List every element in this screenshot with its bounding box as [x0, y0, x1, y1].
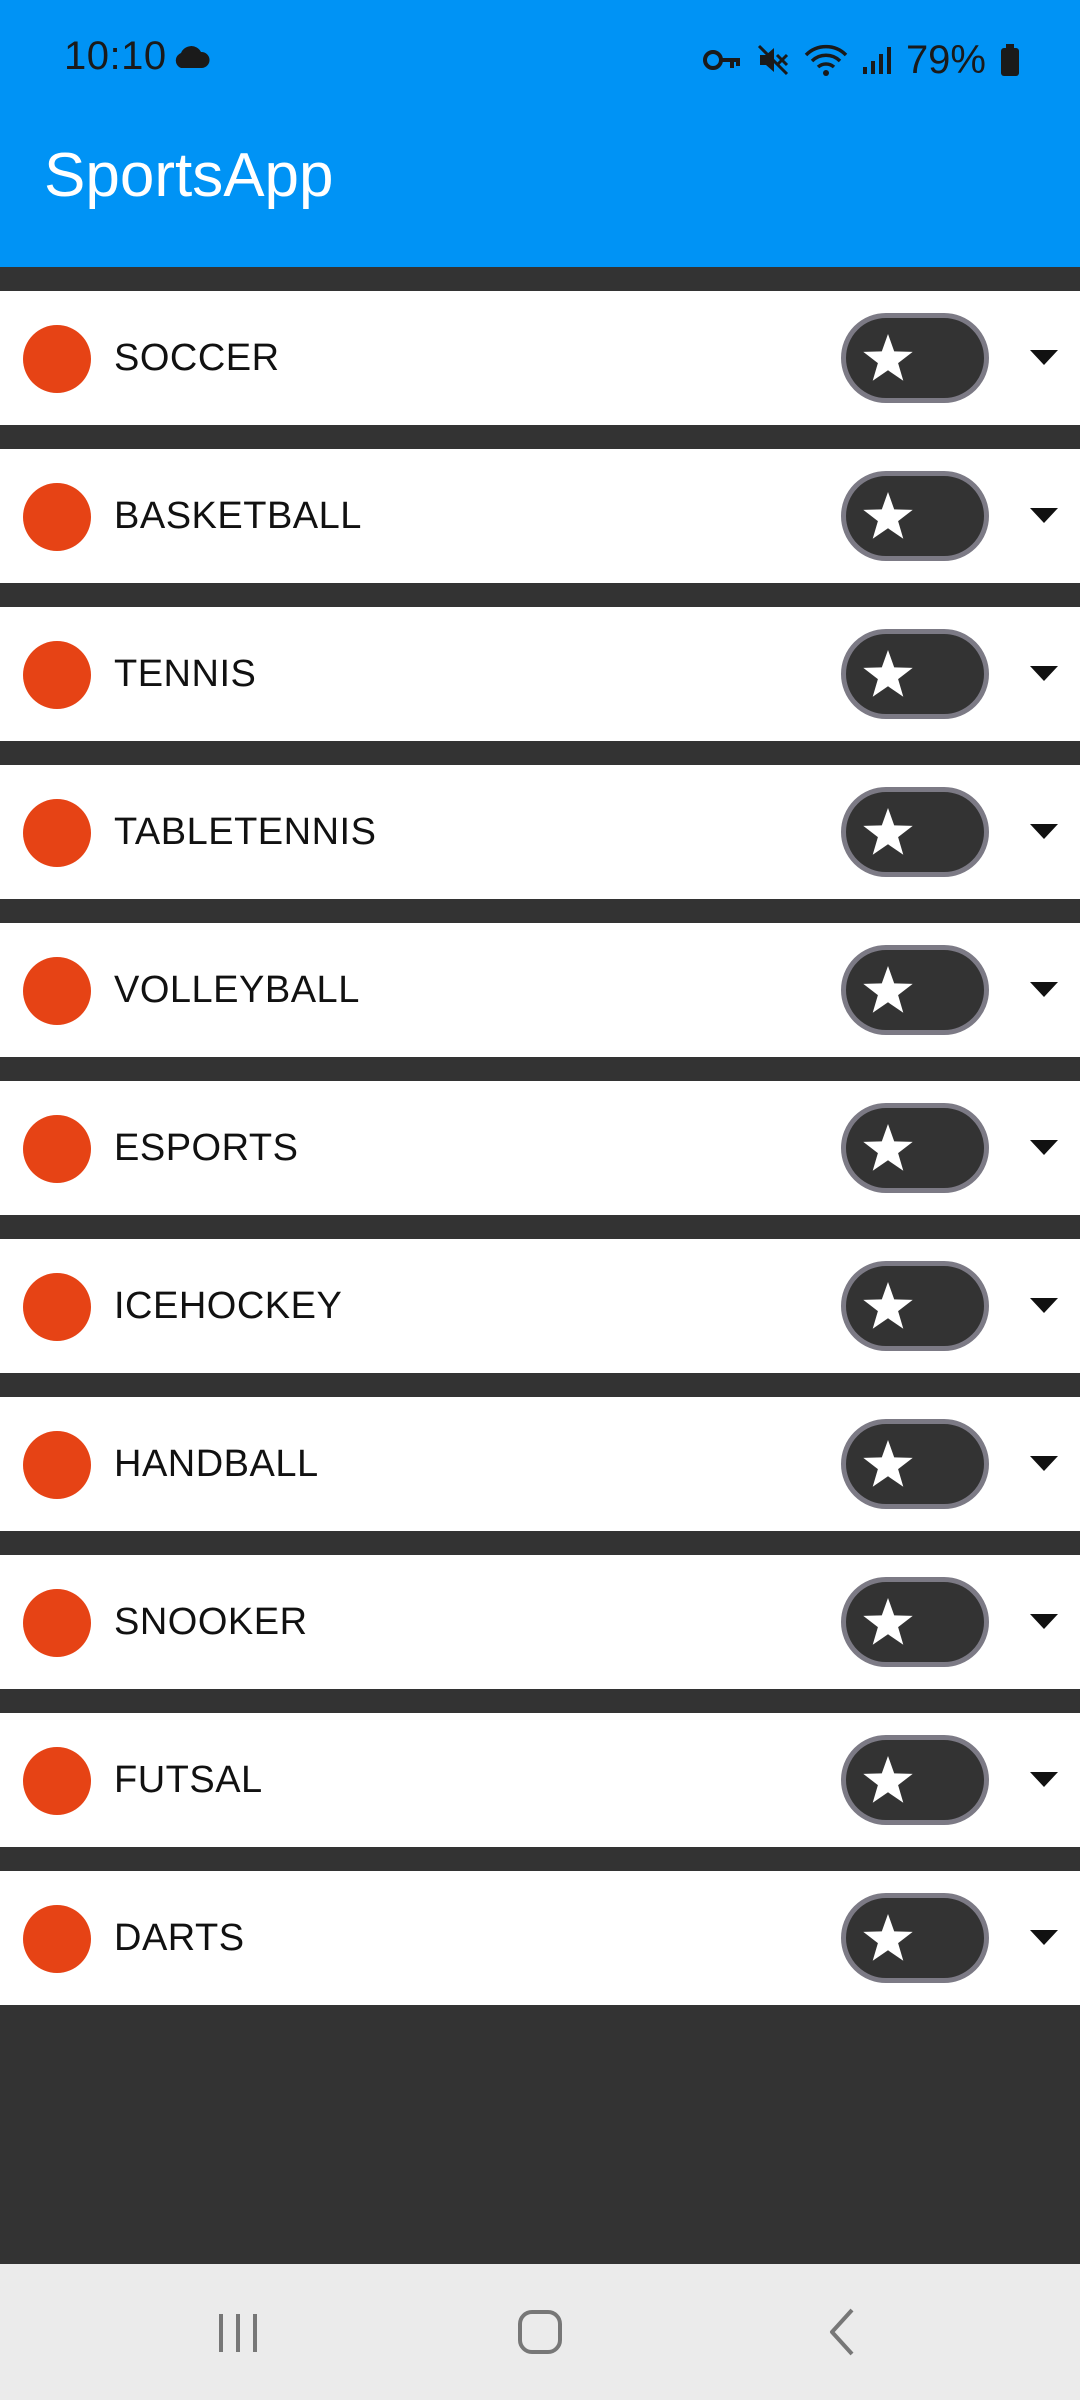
- favorite-toggle[interactable]: [841, 629, 989, 719]
- chevron-down-icon[interactable]: [1030, 350, 1058, 365]
- chevron-down-icon[interactable]: [1030, 1930, 1058, 1945]
- favorite-toggle[interactable]: [841, 787, 989, 877]
- sport-row-tennis[interactable]: TENNIS: [0, 607, 1080, 741]
- status-time: 10:10: [64, 34, 167, 78]
- app-title: SportsApp: [44, 141, 334, 210]
- wifi-icon: [804, 43, 848, 77]
- chevron-down-icon[interactable]: [1030, 1614, 1058, 1629]
- sport-row-volleyball[interactable]: VOLLEYBALL: [0, 923, 1080, 1057]
- chevron-down-icon[interactable]: [1030, 1140, 1058, 1155]
- sport-status-dot: [23, 1431, 91, 1499]
- star-icon: [863, 492, 913, 539]
- sport-name: HANDBALL: [114, 1443, 319, 1485]
- sport-name: ESPORTS: [114, 1127, 299, 1169]
- sport-row-basketball[interactable]: BASKETBALL: [0, 449, 1080, 583]
- chevron-down-icon[interactable]: [1030, 1772, 1058, 1787]
- sport-status-dot: [23, 1905, 91, 1973]
- app-bar: 10:10 79% SportsApp: [0, 0, 1080, 267]
- star-icon: [863, 1914, 913, 1961]
- star-icon: [863, 334, 913, 381]
- vpn-key-icon: [702, 46, 742, 74]
- favorite-toggle[interactable]: [841, 1735, 989, 1825]
- sport-row-icehockey[interactable]: ICEHOCKEY: [0, 1239, 1080, 1373]
- chevron-down-icon[interactable]: [1030, 666, 1058, 681]
- chevron-down-icon[interactable]: [1030, 1456, 1058, 1471]
- sport-row-snooker[interactable]: SNOOKER: [0, 1555, 1080, 1689]
- star-icon: [863, 1124, 913, 1171]
- sport-row-tabletennis[interactable]: TABLETENNIS: [0, 765, 1080, 899]
- sport-status-dot: [23, 1589, 91, 1657]
- sport-status-dot: [23, 483, 91, 551]
- favorite-toggle[interactable]: [841, 1577, 989, 1667]
- star-icon: [863, 966, 913, 1013]
- battery-percent: 79%: [905, 37, 986, 82]
- sport-name: SNOOKER: [114, 1601, 308, 1643]
- back-icon[interactable]: [802, 2292, 882, 2372]
- sport-name: SOCCER: [114, 337, 280, 379]
- sport-status-dot: [23, 1747, 91, 1815]
- chevron-down-icon[interactable]: [1030, 1298, 1058, 1313]
- favorite-toggle[interactable]: [841, 1893, 989, 1983]
- sport-name: VOLLEYBALL: [114, 969, 360, 1011]
- sport-status-dot: [23, 799, 91, 867]
- sport-row-esports[interactable]: ESPORTS: [0, 1081, 1080, 1215]
- sport-status-dot: [23, 1115, 91, 1183]
- battery-icon: [1000, 44, 1020, 76]
- sport-name: DARTS: [114, 1917, 245, 1959]
- star-icon: [863, 808, 913, 855]
- sport-name: BASKETBALL: [114, 495, 362, 537]
- star-icon: [863, 1756, 913, 1803]
- favorite-toggle[interactable]: [841, 313, 989, 403]
- chevron-down-icon[interactable]: [1030, 982, 1058, 997]
- favorite-toggle[interactable]: [841, 945, 989, 1035]
- star-icon: [863, 1598, 913, 1645]
- status-icons: 79%: [702, 34, 1020, 86]
- favorite-toggle[interactable]: [841, 471, 989, 561]
- system-nav-bar: [0, 2264, 1080, 2400]
- sport-status-dot: [23, 641, 91, 709]
- home-icon[interactable]: [500, 2292, 580, 2372]
- recents-icon[interactable]: [198, 2292, 278, 2372]
- star-icon: [863, 1282, 913, 1329]
- favorite-toggle[interactable]: [841, 1261, 989, 1351]
- favorite-toggle[interactable]: [841, 1419, 989, 1509]
- signal-icon: [862, 45, 892, 75]
- mute-icon: [756, 43, 790, 77]
- sport-name: TABLETENNIS: [114, 811, 377, 853]
- sport-status-dot: [23, 325, 91, 393]
- sport-row-soccer[interactable]: SOCCER: [0, 291, 1080, 425]
- sport-name: ICEHOCKEY: [114, 1285, 343, 1327]
- sport-status-dot: [23, 957, 91, 1025]
- sport-status-dot: [23, 1273, 91, 1341]
- cloud-icon: [172, 44, 210, 75]
- chevron-down-icon[interactable]: [1030, 508, 1058, 523]
- sport-name: FUTSAL: [114, 1759, 263, 1801]
- sport-row-futsal[interactable]: FUTSAL: [0, 1713, 1080, 1847]
- star-icon: [863, 1440, 913, 1487]
- chevron-down-icon[interactable]: [1030, 824, 1058, 839]
- star-icon: [863, 650, 913, 697]
- favorite-toggle[interactable]: [841, 1103, 989, 1193]
- status-bar: 10:10 79%: [0, 0, 1080, 120]
- sport-row-darts[interactable]: DARTS: [0, 1871, 1080, 2005]
- sport-name: TENNIS: [114, 653, 257, 695]
- sport-row-handball[interactable]: HANDBALL: [0, 1397, 1080, 1531]
